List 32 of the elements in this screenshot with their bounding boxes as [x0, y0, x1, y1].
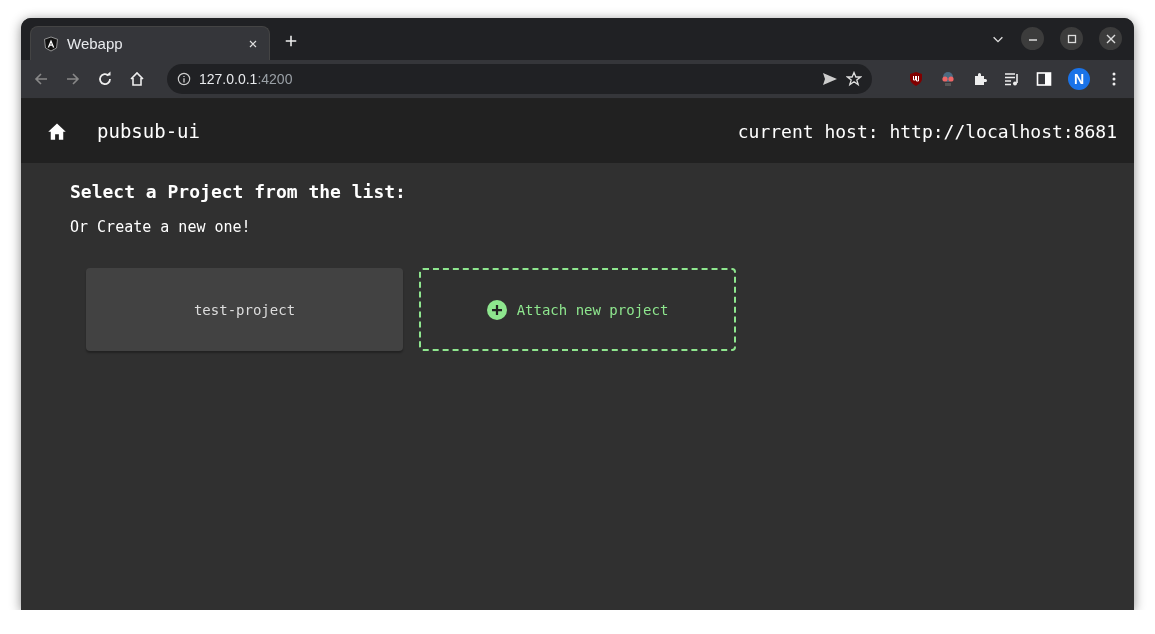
maximize-icon: [1066, 33, 1077, 44]
page-heading: Select a Project from the list:: [70, 181, 407, 202]
send-icon[interactable]: [822, 71, 838, 87]
forward-arrow-icon[interactable]: [65, 71, 81, 87]
star-icon[interactable]: [846, 71, 862, 87]
puzzle-piece-icon[interactable]: [972, 71, 988, 87]
app-title: pubsub-ui: [97, 120, 201, 142]
playlist-icon[interactable]: [1004, 71, 1020, 87]
project-card[interactable]: test-project: [86, 268, 403, 351]
home-icon[interactable]: [129, 71, 145, 87]
url-text: 127.0.0.1:4200: [199, 71, 293, 87]
home-icon[interactable]: [47, 121, 67, 141]
close-button[interactable]: [1099, 27, 1122, 50]
angular-logo-icon: [43, 35, 59, 52]
page-subheading: Or Create a new one!: [70, 218, 252, 236]
shield-icon[interactable]: [908, 71, 924, 87]
address-bar[interactable]: 127.0.0.1:4200: [167, 64, 872, 94]
profile-avatar[interactable]: N: [1068, 68, 1090, 90]
maximize-button[interactable]: [1060, 27, 1083, 50]
goggles-icon[interactable]: [940, 71, 956, 87]
attach-project-button[interactable]: Attach new project: [419, 268, 736, 351]
plus-icon[interactable]: [284, 34, 298, 48]
close-icon: [1105, 33, 1116, 44]
side-panel-icon[interactable]: [1036, 71, 1052, 87]
browser-tab[interactable]: Webapp: [30, 26, 270, 60]
reload-icon[interactable]: [97, 71, 113, 87]
tab-title: Webapp: [67, 35, 124, 52]
minimize-button[interactable]: [1021, 27, 1044, 50]
back-arrow-icon[interactable]: [33, 71, 49, 87]
plus-circle-icon: [486, 299, 507, 320]
info-icon: [177, 72, 191, 86]
current-host-label: current host: http://localhost:8681: [737, 120, 1117, 142]
